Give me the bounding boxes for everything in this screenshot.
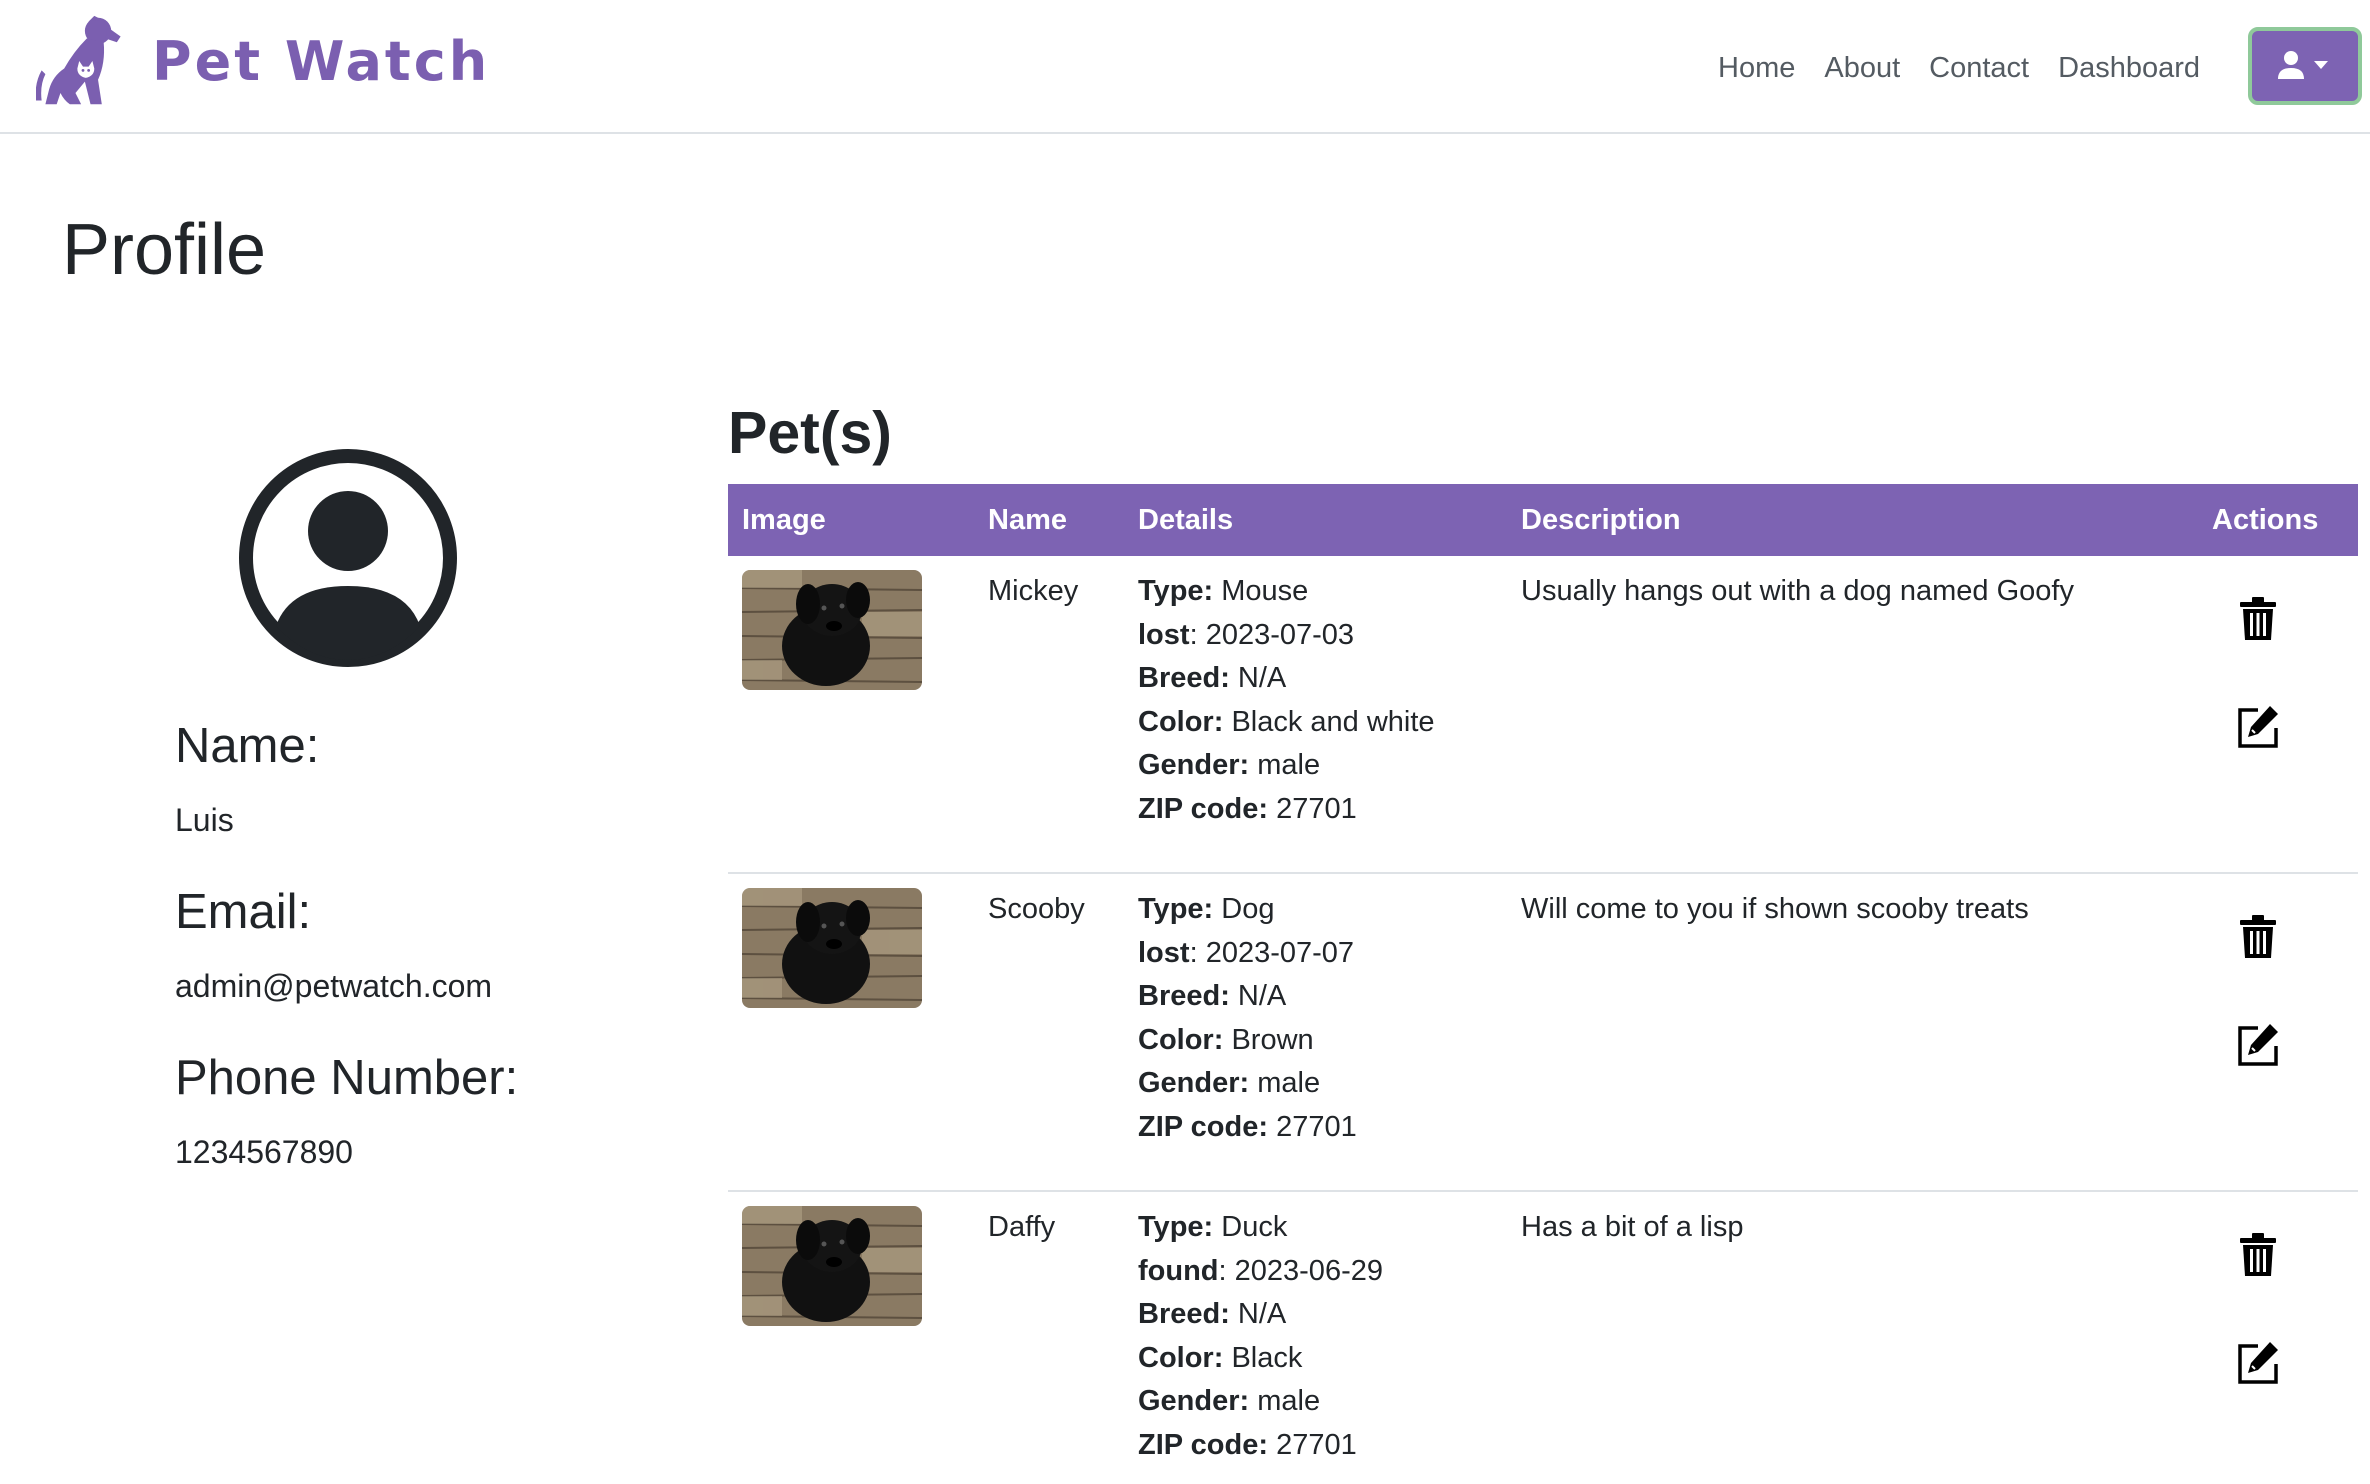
table-row: Scooby Type: Dog lost: 2023-07-07 Breed:… <box>728 874 2358 1192</box>
pet-photo-image <box>742 570 922 690</box>
pets-heading: Pet(s) <box>728 400 892 466</box>
caret-down-icon <box>2314 61 2328 69</box>
detail-color: Color: Brown <box>1138 1023 1314 1056</box>
pet-name: Mickey <box>988 575 1079 607</box>
column-header-details: Details <box>1138 504 1234 536</box>
edit-icon <box>2238 1342 2278 1384</box>
detail-zip: ZIP code: 27701 <box>1138 1110 1357 1143</box>
page-title: Profile <box>62 210 267 290</box>
detail-type: Type: Mouse <box>1138 575 1309 607</box>
email-value: admin@petwatch.com <box>175 968 493 1004</box>
detail-breed: Breed: N/A <box>1138 980 1287 1012</box>
pet-description: Has a bit of a lisp <box>1521 1211 1744 1243</box>
name-label: Name: <box>175 719 320 773</box>
edit-icon <box>2238 1024 2278 1066</box>
nav-link-home[interactable]: Home <box>1718 46 1795 90</box>
nav-link-contact[interactable]: Contact <box>1929 46 2029 90</box>
pet-photo[interactable] <box>742 1206 922 1326</box>
pet-details: Type: Duck found: 2023-06-29 Breed: N/A … <box>1138 1206 1383 1467</box>
pet-details: Type: Mouse lost: 2023-07-03 Breed: N/A … <box>1138 570 1435 831</box>
pet-details: Type: Dog lost: 2023-07-07 Breed: N/A Co… <box>1138 888 1357 1149</box>
brand-name: Pet Watch <box>152 29 491 93</box>
pet-name: Scooby <box>988 893 1085 925</box>
name-value: Luis <box>175 802 234 838</box>
pets-table: Image Name Details Description Actions M… <box>728 484 2358 1484</box>
detail-gender: Gender: male <box>1138 1067 1321 1099</box>
phone-value: 1234567890 <box>175 1134 353 1170</box>
table-body: Mickey Type: Mouse lost: 2023-07-03 Bree… <box>728 556 2358 1484</box>
column-header-actions: Actions <box>2212 504 2319 536</box>
trash-icon <box>2240 597 2276 640</box>
column-header-image: Image <box>742 504 826 536</box>
edit-button[interactable] <box>2236 1022 2280 1068</box>
table-header: Image Name Details Description Actions <box>728 484 2358 556</box>
pet-description: Usually hangs out with a dog named Goofy <box>1521 575 2074 607</box>
detail-status: lost: 2023-07-03 <box>1138 618 1355 651</box>
user-icon <box>2278 51 2328 79</box>
pet-photo[interactable] <box>742 888 922 1008</box>
edit-button[interactable] <box>2236 704 2280 750</box>
delete-button[interactable] <box>2236 914 2280 960</box>
edit-button[interactable] <box>2236 1340 2280 1386</box>
pet-photo-image <box>742 1206 922 1326</box>
table-row: Mickey Type: Mouse lost: 2023-07-03 Bree… <box>728 556 2358 874</box>
detail-color: Color: Black <box>1138 1341 1303 1374</box>
detail-breed: Breed: N/A <box>1138 1298 1287 1330</box>
detail-type: Type: Duck <box>1138 1211 1288 1243</box>
detail-color: Color: Black and white <box>1138 705 1435 738</box>
nav-link-dashboard[interactable]: Dashboard <box>2058 46 2200 90</box>
pet-photo-image <box>742 888 922 1008</box>
email-label: Email: <box>175 885 312 939</box>
column-header-name: Name <box>988 504 1067 536</box>
brand-link[interactable]: Pet Watch <box>36 14 490 108</box>
pet-description: Will come to you if shown scooby treats <box>1521 893 2029 925</box>
pet-photo[interactable] <box>742 570 922 690</box>
phone-label: Phone Number: <box>175 1051 519 1105</box>
pet-name: Daffy <box>988 1211 1056 1243</box>
detail-gender: Gender: male <box>1138 749 1321 781</box>
user-menu-button[interactable] <box>2248 27 2362 105</box>
table-row: Daffy Type: Duck found: 2023-06-29 Breed… <box>728 1192 2358 1484</box>
detail-zip: ZIP code: 27701 <box>1138 1428 1357 1461</box>
trash-icon <box>2240 1233 2276 1276</box>
detail-type: Type: Dog <box>1138 893 1275 925</box>
navbar: Pet Watch Home About Contact Dashboard <box>0 0 2370 134</box>
dog-cat-logo-icon <box>36 15 121 105</box>
nav-link-about[interactable]: About <box>1824 46 1900 90</box>
trash-icon <box>2240 915 2276 958</box>
detail-status: found: 2023-06-29 <box>1138 1254 1383 1287</box>
delete-button[interactable] <box>2236 596 2280 642</box>
column-header-description: Description <box>1521 504 1681 536</box>
user-circle-icon <box>239 449 457 667</box>
detail-zip: ZIP code: 27701 <box>1138 792 1357 825</box>
detail-breed: Breed: N/A <box>1138 662 1287 694</box>
edit-icon <box>2238 706 2278 748</box>
nav-links: Home About Contact Dashboard <box>1689 46 2200 90</box>
delete-button[interactable] <box>2236 1232 2280 1278</box>
detail-status: lost: 2023-07-07 <box>1138 936 1355 969</box>
detail-gender: Gender: male <box>1138 1385 1321 1417</box>
